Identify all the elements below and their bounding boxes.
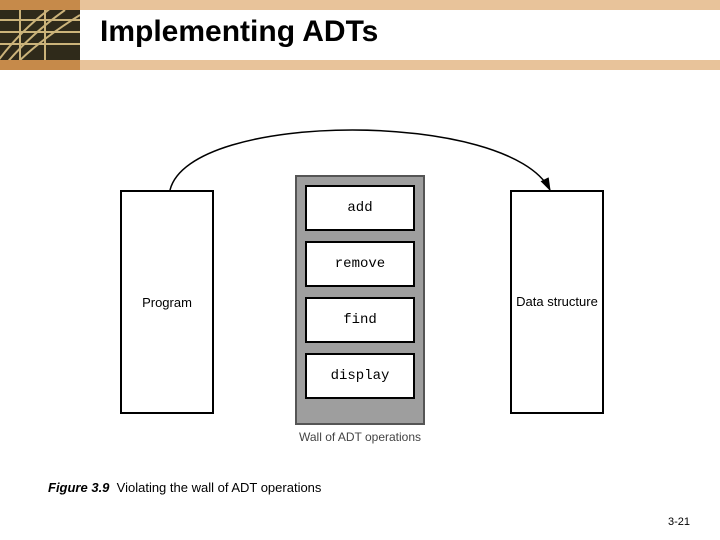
op-add: add [305,185,415,231]
adt-diagram: Program add remove find display Wall of … [120,130,600,430]
slide-header: Implementing ADTs [0,0,720,70]
data-structure-label: Data structure [516,294,598,311]
wall-of-operations: add remove find display [295,175,425,425]
page-number: 3-21 [668,516,690,528]
program-box: Program [120,190,214,414]
program-label: Program [142,295,192,310]
header-accent-bottom [0,60,720,70]
figure-text: Violating the wall of ADT operations [117,480,322,495]
logo-image [0,10,80,60]
figure-caption: Figure 3.9 Violating the wall of ADT ope… [48,480,321,495]
op-find: find [305,297,415,343]
wall-caption: Wall of ADT operations [265,430,455,444]
op-remove: remove [305,241,415,287]
slide-title: Implementing ADTs [100,15,378,49]
header-accent-top [0,0,720,10]
op-display: display [305,353,415,399]
figure-number: Figure 3.9 [48,480,109,495]
data-structure-box: Data structure [510,190,604,414]
